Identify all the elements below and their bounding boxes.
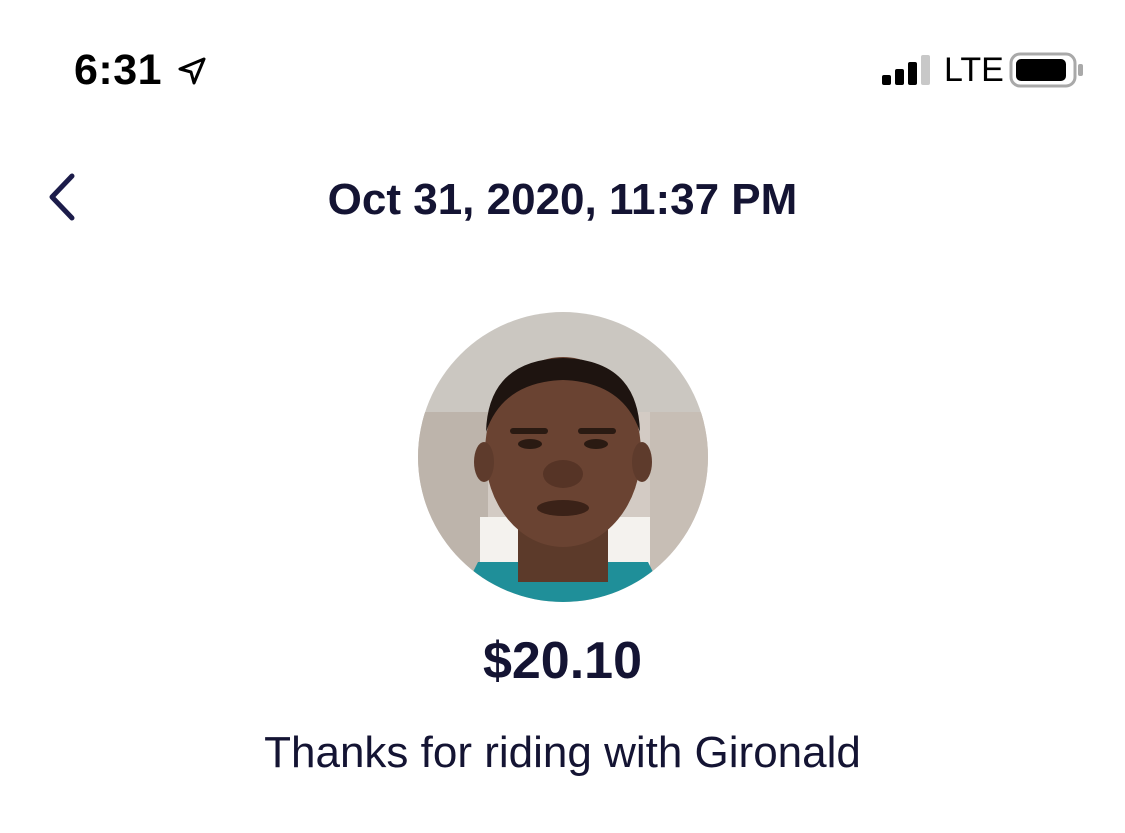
thanks-message: Thanks for riding with Gironald <box>264 728 861 777</box>
network-type-label: LTE <box>944 51 1004 89</box>
fare-amount: $20.10 <box>482 632 643 690</box>
cellular-signal-icon <box>882 55 930 85</box>
driver-avatar <box>418 312 708 602</box>
battery-icon <box>1009 52 1083 88</box>
status-time: 6:31 <box>74 46 163 94</box>
ride-date-title: Oct 31, 2020, 11:37 PM <box>327 175 798 224</box>
location-arrow-icon <box>178 57 206 85</box>
ride-receipt-screen: 6:31 LTE Oct 31, 2020, 11:37 PM $20.10 T… <box>0 0 1125 833</box>
